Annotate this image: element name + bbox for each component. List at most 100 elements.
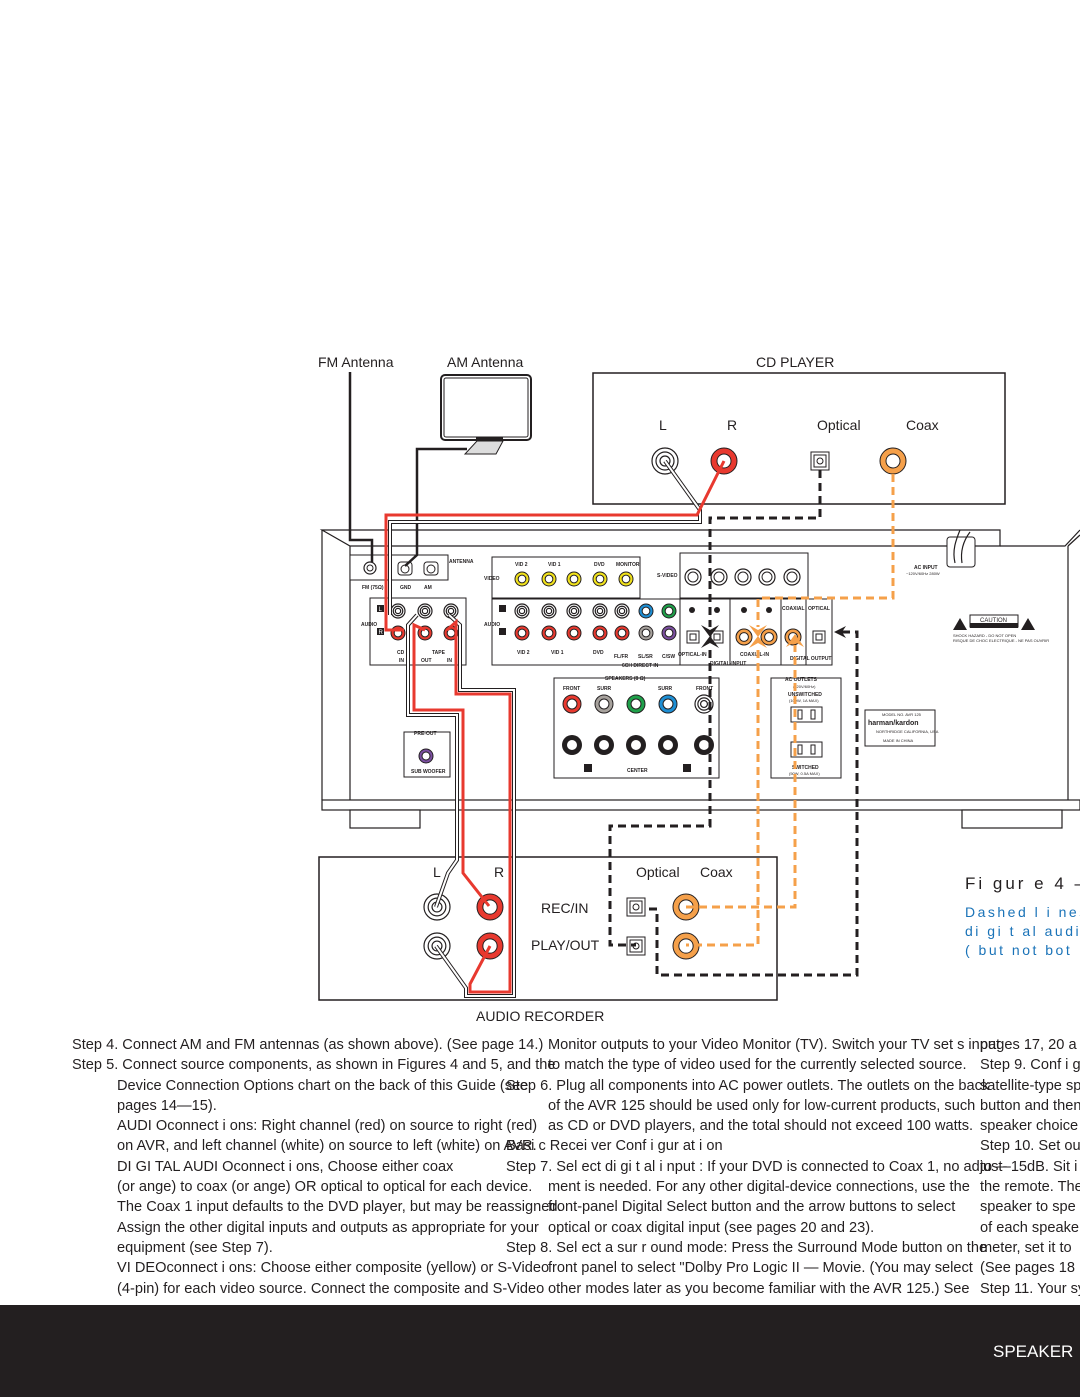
audio-vid2-label: VID 2 — [517, 650, 530, 656]
channel-r-badge: R — [379, 630, 384, 636]
spk-front-r-label: FRONT — [563, 686, 580, 692]
connection-diagram: FM Antenna AM Antenna CD PLAYER L R Opti… — [318, 354, 1080, 1024]
text-line: front panel to select "Dolby Pro Logic I… — [548, 1260, 973, 1277]
composite-video-jack — [514, 571, 530, 587]
recorder-rec-in-optical-jack — [626, 897, 646, 917]
text-line: optical or coax digital input (see pages… — [548, 1219, 875, 1236]
composite-video-jack — [541, 571, 557, 587]
text-line: button and then — [980, 1097, 1080, 1114]
speaker-negative-terminal — [594, 735, 614, 755]
coaxial-out-label: COAXIAL — [782, 606, 805, 612]
optical-jack — [812, 630, 826, 644]
cd-jack-optical — [810, 451, 830, 471]
audio-in-r-jack — [566, 625, 582, 641]
recorder-jack-label-l: L — [433, 864, 441, 880]
direct-sw-jack — [661, 625, 677, 641]
brand-location: NORTHRIDGE CALIFORNIA, USA — [876, 729, 939, 734]
page-footer: SPEAKER — [0, 1305, 1080, 1397]
text-line: VI DEOconnect i ons: Choose either compo… — [117, 1260, 550, 1277]
text-line: AUDI Oconnect i ons: Right channel (red)… — [117, 1118, 538, 1135]
composite-video-jack — [592, 571, 608, 587]
instructions-column-3: pages 17, 20 a Step 9. Conf i gur e s sa… — [980, 1035, 1080, 1299]
coax-in-1-jack — [735, 628, 753, 646]
audio-in-r-jack — [514, 625, 530, 641]
input-number-badge — [714, 607, 720, 613]
video-monitor-label: MONITOR — [616, 562, 640, 568]
input-number-badge — [741, 607, 747, 613]
text-line: Step 5. Connect source components, as sh… — [72, 1057, 556, 1074]
spk-center-label: CENTER — [627, 768, 648, 774]
audio-in-l-jack — [592, 603, 608, 619]
optical-out-label: OPTICAL — [808, 606, 830, 612]
speaker-negative-terminal — [626, 735, 646, 755]
figure-caption: Dashed l i nes di gi t al audi ( but not… — [965, 903, 1080, 960]
caution-shock-icon — [953, 618, 967, 630]
c-sw-label: C/SW — [662, 654, 675, 660]
audio-vid1-label: VID 1 — [551, 650, 564, 656]
audio-in-l-jack — [566, 603, 582, 619]
speaker-positive-terminal — [658, 694, 678, 714]
input-number-badge — [689, 607, 695, 613]
text-line: satellite-type sp — [980, 1077, 1080, 1094]
sl-sr-label: SL/SR — [638, 654, 653, 660]
cd-jack-label-coax: Coax — [906, 417, 939, 433]
svideo-jack — [783, 568, 801, 586]
tape-in-label: IN — [447, 658, 452, 664]
speaker-positive-terminal — [562, 694, 582, 714]
text-line: of the AVR 125 should be used only for l… — [548, 1097, 976, 1114]
recorder-jack-label-r: R — [494, 864, 504, 880]
rec-in-label: REC/IN — [541, 900, 588, 916]
cd-label: CD — [397, 650, 405, 656]
video-vid1-label: VID 1 — [548, 562, 561, 568]
speaker-r-badge — [584, 764, 592, 772]
audio-label-1: AUDIO — [361, 622, 377, 628]
fm-antenna-label: FM Antenna — [318, 354, 394, 370]
text-line: speaker to spe — [980, 1199, 1076, 1216]
direct-fr-jack — [614, 625, 630, 641]
am-antenna-wire — [404, 447, 467, 567]
audio-recorder-title: AUDIO RECORDER — [476, 1008, 604, 1024]
text-line: meter, set it to — [980, 1239, 1072, 1256]
ac-input-sub: ~120V/60Hz 280W — [906, 571, 940, 576]
text-line: speaker choice — [980, 1118, 1079, 1135]
text-line: Step 8. Sel ect a sur r ound mode: Press… — [506, 1239, 988, 1256]
brand-logo: harman/kardon — [868, 720, 919, 727]
tape-out-label: OUT — [421, 658, 432, 664]
speaker-l-badge — [683, 764, 691, 772]
composite-video-jack — [566, 571, 582, 587]
instructions-column-2: Monitor outputs to your Video Monitor (T… — [506, 1035, 1007, 1299]
figure-caption-line: di gi t al audi — [965, 923, 1080, 939]
text-line: pages 14—15). — [117, 1097, 217, 1114]
input-number-badge — [766, 607, 772, 613]
text-line: on AVR, and left channel (white) on sour… — [117, 1138, 537, 1155]
text-line: equipment (see Step 7). — [117, 1239, 273, 1256]
pre-out-label: PRE-OUT — [414, 731, 437, 737]
figure-title: Fi gur e 4 — — [965, 874, 1080, 893]
text-line: Assign the other digital inputs and outp… — [117, 1219, 539, 1236]
risque-text: RISQUE DE CHOC ELECTRIQUE - NE PAS OUVRI… — [953, 638, 1049, 643]
receiver-audio-l-jack — [390, 603, 406, 619]
text-line: DI GI TAL AUDI Oconnect i ons, Choose ei… — [117, 1158, 454, 1175]
text-line: Device Connection Options chart on the b… — [117, 1077, 529, 1094]
receiver-audio-l-jack — [417, 603, 433, 619]
text-line: Step 11. Your system is — [980, 1280, 1080, 1297]
digital-input-label: DIGITAL-INPUT — [710, 661, 746, 667]
cd-jack-label-optical: Optical — [817, 417, 861, 433]
text-line: The Coax 1 input defaults to the DVD pla… — [117, 1199, 562, 1216]
text-line: pages 17, 20 a — [980, 1037, 1077, 1053]
cd-jack-label-l: L — [659, 417, 667, 433]
text-line: of each speake — [980, 1219, 1079, 1236]
fm-75-label: FM (75Ω) — [362, 585, 384, 591]
receiver-audio-r-jack — [390, 625, 406, 641]
ac-input-socket — [946, 536, 976, 568]
spk-surr-l-label: SURR — [658, 686, 673, 692]
speaker-positive-terminal — [626, 694, 646, 714]
audio-in-r-jack — [541, 625, 557, 641]
text-line: Step 10. Set out put — [980, 1138, 1080, 1155]
svideo-label: S-VIDEO — [657, 573, 678, 579]
svideo-jack — [710, 568, 728, 586]
audio-in-r-jack — [592, 625, 608, 641]
gnd-label: GND — [400, 585, 412, 591]
recorder-jack-label-coax: Coax — [700, 864, 733, 880]
audio-dvd-label: DVD — [593, 650, 604, 656]
